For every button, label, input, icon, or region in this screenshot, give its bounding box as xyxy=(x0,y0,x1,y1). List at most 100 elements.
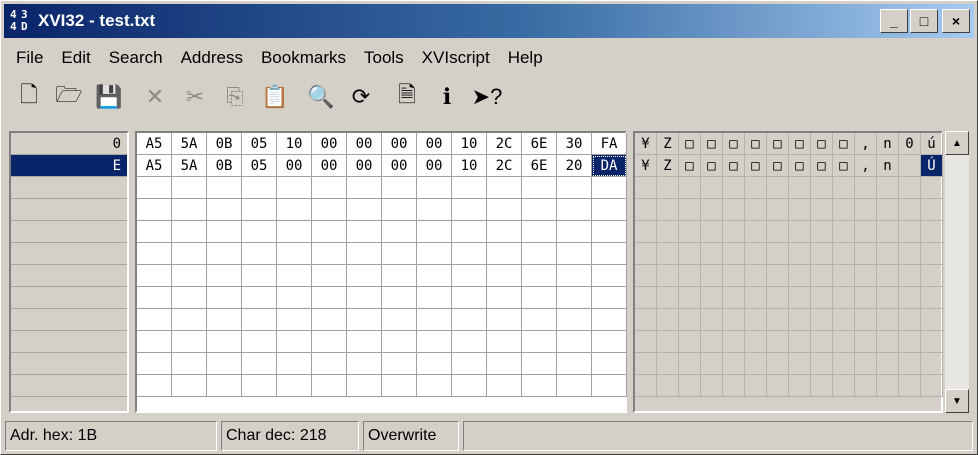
text-char-cell[interactable] xyxy=(789,177,811,199)
hex-byte-cell[interactable] xyxy=(557,331,592,353)
find-icon[interactable]: 🔍 xyxy=(301,79,341,115)
text-char-cell[interactable]: □ xyxy=(833,133,855,155)
hex-byte-cell[interactable] xyxy=(522,243,557,265)
hex-byte-cell[interactable] xyxy=(277,199,312,221)
hex-byte-cell[interactable]: 00 xyxy=(347,155,382,177)
title-bar[interactable]: 4 3 4 D XVI32 - test.txt _ □ × xyxy=(4,4,974,38)
text-char-cell[interactable] xyxy=(657,221,679,243)
hex-byte-cell[interactable]: A5 xyxy=(137,155,172,177)
text-char-cell[interactable] xyxy=(635,375,657,397)
text-char-cell[interactable] xyxy=(657,177,679,199)
text-char-cell[interactable] xyxy=(855,177,877,199)
delete-icon[interactable]: ✕ xyxy=(135,79,175,115)
hex-byte-cell[interactable] xyxy=(487,221,522,243)
text-char-cell[interactable] xyxy=(745,199,767,221)
text-char-cell[interactable] xyxy=(635,331,657,353)
hex-byte-cell[interactable]: 05 xyxy=(242,133,277,155)
paste-icon[interactable]: 📋 xyxy=(255,79,295,115)
hex-byte-cell[interactable] xyxy=(347,177,382,199)
save-icon[interactable]: 💾 xyxy=(89,79,129,115)
hex-byte-cell[interactable] xyxy=(452,375,487,397)
text-char-cell[interactable] xyxy=(899,243,921,265)
hex-byte-cell[interactable]: 2C xyxy=(487,133,522,155)
text-char-cell[interactable] xyxy=(701,375,723,397)
text-char-cell[interactable] xyxy=(789,309,811,331)
text-char-cell[interactable] xyxy=(679,243,701,265)
hex-byte-cell[interactable] xyxy=(592,287,627,309)
hex-byte-cell[interactable] xyxy=(487,243,522,265)
text-char-cell[interactable] xyxy=(701,221,723,243)
hex-byte-cell[interactable] xyxy=(277,265,312,287)
hex-byte-cell[interactable] xyxy=(312,221,347,243)
minimize-button[interactable]: _ xyxy=(880,9,908,33)
hex-byte-cell[interactable]: DA xyxy=(592,155,627,177)
text-char-cell[interactable] xyxy=(635,243,657,265)
text-char-cell[interactable] xyxy=(811,243,833,265)
text-char-cell[interactable] xyxy=(701,243,723,265)
hex-byte-cell[interactable] xyxy=(417,199,452,221)
hex-byte-cell[interactable] xyxy=(417,221,452,243)
hex-byte-cell[interactable] xyxy=(522,265,557,287)
text-char-cell[interactable] xyxy=(679,265,701,287)
text-char-cell[interactable] xyxy=(701,177,723,199)
text-char-cell[interactable] xyxy=(657,199,679,221)
app-grid-icon[interactable]: 4 3 4 D xyxy=(8,8,34,34)
hex-byte-cell[interactable]: 00 xyxy=(417,133,452,155)
scroll-down-icon[interactable]: ▼ xyxy=(945,389,969,413)
text-char-cell[interactable] xyxy=(855,309,877,331)
text-char-cell[interactable] xyxy=(877,375,899,397)
address-pane[interactable]: 0E xyxy=(9,131,129,413)
hex-byte-cell[interactable] xyxy=(522,199,557,221)
hex-byte-cell[interactable] xyxy=(452,309,487,331)
menu-bookmarks[interactable]: Bookmarks xyxy=(252,48,355,68)
text-char-cell[interactable] xyxy=(657,353,679,375)
info-icon[interactable]: ℹ xyxy=(427,79,467,115)
text-char-cell[interactable]: □ xyxy=(833,155,855,177)
hex-byte-cell[interactable] xyxy=(347,199,382,221)
text-char-cell[interactable] xyxy=(789,287,811,309)
text-char-cell[interactable]: □ xyxy=(701,155,723,177)
hex-byte-cell[interactable] xyxy=(522,353,557,375)
text-char-cell[interactable]: ¥ xyxy=(635,133,657,155)
text-char-cell[interactable] xyxy=(701,309,723,331)
text-char-cell[interactable] xyxy=(921,243,943,265)
text-char-cell[interactable] xyxy=(855,287,877,309)
hex-byte-cell[interactable] xyxy=(417,331,452,353)
text-char-cell[interactable]: , xyxy=(855,133,877,155)
hex-byte-cell[interactable] xyxy=(487,177,522,199)
text-char-cell[interactable] xyxy=(745,331,767,353)
text-char-cell[interactable] xyxy=(855,353,877,375)
text-char-cell[interactable] xyxy=(745,375,767,397)
text-char-cell[interactable] xyxy=(877,199,899,221)
text-char-cell[interactable] xyxy=(723,309,745,331)
text-char-cell[interactable] xyxy=(657,287,679,309)
text-char-cell[interactable] xyxy=(635,177,657,199)
text-char-cell[interactable]: n xyxy=(877,133,899,155)
text-char-cell[interactable] xyxy=(855,265,877,287)
text-char-cell[interactable] xyxy=(657,375,679,397)
hex-byte-cell[interactable] xyxy=(347,375,382,397)
hex-byte-cell[interactable] xyxy=(347,309,382,331)
hex-byte-cell[interactable] xyxy=(522,309,557,331)
hex-byte-cell[interactable] xyxy=(312,331,347,353)
text-char-cell[interactable] xyxy=(789,353,811,375)
open-icon[interactable]: 🗁 xyxy=(49,79,89,115)
text-char-cell[interactable] xyxy=(833,331,855,353)
text-char-cell[interactable] xyxy=(701,199,723,221)
menu-search[interactable]: Search xyxy=(100,48,172,68)
text-char-cell[interactable] xyxy=(855,199,877,221)
hex-byte-cell[interactable]: 00 xyxy=(312,133,347,155)
hex-byte-cell[interactable] xyxy=(207,287,242,309)
hex-byte-cell[interactable] xyxy=(452,265,487,287)
hex-byte-cell[interactable] xyxy=(207,353,242,375)
hex-byte-cell[interactable] xyxy=(207,221,242,243)
properties-icon[interactable]: 🗎 xyxy=(387,79,427,115)
hex-byte-cell[interactable] xyxy=(207,243,242,265)
text-char-cell[interactable] xyxy=(767,287,789,309)
text-char-cell[interactable] xyxy=(899,177,921,199)
hex-byte-cell[interactable]: 6E xyxy=(522,133,557,155)
text-char-cell[interactable]: n xyxy=(877,155,899,177)
text-char-cell[interactable] xyxy=(899,287,921,309)
hex-byte-cell[interactable] xyxy=(242,287,277,309)
text-char-cell[interactable] xyxy=(701,331,723,353)
